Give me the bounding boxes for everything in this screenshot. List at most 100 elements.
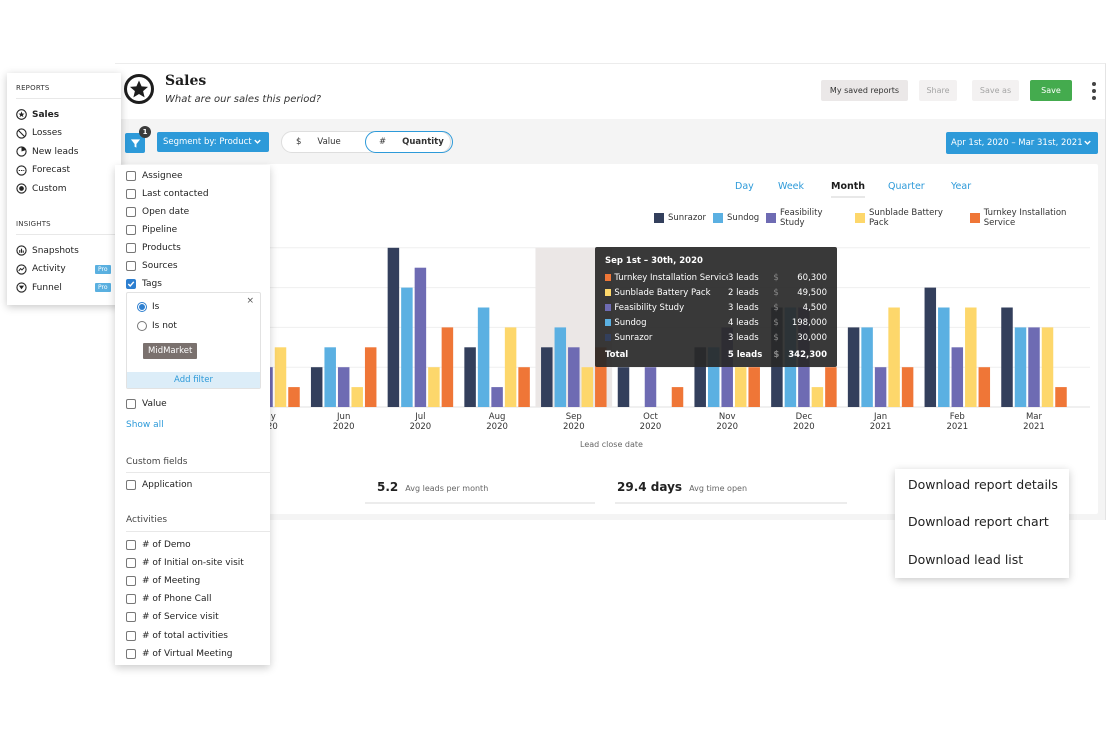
checkbox[interactable] bbox=[126, 594, 136, 605]
radio-is[interactable]: Is bbox=[137, 302, 159, 312]
bar-turnkey-installation-service-nov[interactable] bbox=[748, 367, 760, 407]
sidebar-item-sales[interactable]: Sales bbox=[16, 109, 116, 120]
bar-sunrazor-mar[interactable] bbox=[1001, 307, 1013, 408]
sidebar-item-snapshots[interactable]: Snapshots bbox=[16, 245, 116, 256]
checkbox[interactable] bbox=[126, 279, 136, 289]
sidebar-item-losses[interactable]: Losses bbox=[16, 127, 116, 139]
bar-feasibility-study-jul[interactable] bbox=[414, 267, 427, 407]
bar-feasibility-study-aug[interactable] bbox=[491, 387, 503, 407]
bar-feasibility-study-jun[interactable] bbox=[337, 367, 350, 407]
checkbox[interactable] bbox=[126, 261, 136, 271]
bar-sunrazor-aug[interactable] bbox=[464, 347, 476, 407]
bar-sunblade-battery-pack-mar[interactable] bbox=[1041, 327, 1054, 407]
bar-feasibility-study-sep[interactable] bbox=[568, 347, 580, 407]
filter-products[interactable]: Products bbox=[126, 243, 181, 253]
checkbox[interactable] bbox=[126, 207, 136, 217]
filter-activity[interactable]: # of Virtual Meeting bbox=[126, 648, 233, 659]
filter-last-contacted[interactable]: Last contacted bbox=[126, 189, 209, 199]
more-options-icon[interactable] bbox=[1091, 82, 1097, 100]
save-as-button[interactable]: Save as bbox=[972, 80, 1019, 101]
checkbox[interactable] bbox=[126, 225, 136, 235]
checkbox[interactable] bbox=[126, 630, 136, 641]
filter-open-date[interactable]: Open date bbox=[126, 207, 189, 217]
bar-sundog-sep[interactable] bbox=[554, 327, 567, 407]
bar-sunblade-battery-pack-nov[interactable] bbox=[734, 367, 747, 407]
add-filter-button[interactable]: Add filter bbox=[127, 372, 260, 388]
date-range-dropdown[interactable]: Apr 1st, 2020 – Mar 31st, 2021 bbox=[946, 132, 1098, 154]
bar-sunrazor-jul[interactable] bbox=[387, 247, 400, 407]
filter-custom-field[interactable]: Application bbox=[126, 480, 192, 490]
bar-turnkey-installation-service-jul[interactable] bbox=[441, 327, 454, 407]
bar-feasibility-study-feb[interactable] bbox=[951, 347, 964, 407]
bar-sundog-jul[interactable] bbox=[401, 287, 413, 407]
radio-is-not[interactable]: Is not bbox=[137, 321, 177, 331]
checkbox[interactable] bbox=[126, 648, 136, 659]
bar-sundog-feb[interactable] bbox=[938, 307, 950, 408]
filter-tags[interactable]: Tags bbox=[126, 279, 162, 289]
bar-turnkey-installation-service-dec[interactable] bbox=[825, 367, 837, 407]
bar-sunrazor-oct[interactable] bbox=[617, 367, 630, 407]
bar-turnkey-installation-service-feb[interactable] bbox=[978, 367, 991, 407]
filter-activity[interactable]: # of Meeting bbox=[126, 576, 200, 587]
bar-feasibility-study-mar[interactable] bbox=[1028, 327, 1040, 407]
close-icon[interactable]: × bbox=[246, 296, 254, 306]
bar-feasibility-study-oct[interactable] bbox=[644, 367, 657, 407]
bar-sunblade-battery-pack-jul[interactable] bbox=[428, 367, 440, 407]
bar-sunrazor-sep[interactable] bbox=[541, 347, 553, 407]
checkbox[interactable] bbox=[126, 189, 136, 199]
share-button[interactable]: Share bbox=[919, 80, 957, 101]
checkbox[interactable] bbox=[126, 576, 136, 587]
sidebar-item-new-leads[interactable]: New leads bbox=[16, 146, 116, 157]
tag-chip[interactable]: MidMarket bbox=[143, 343, 198, 359]
bar-turnkey-installation-service-jan[interactable] bbox=[901, 367, 914, 407]
my-saved-reports-button[interactable]: My saved reports bbox=[821, 80, 908, 101]
radio-button[interactable] bbox=[137, 302, 147, 312]
filter-activity[interactable]: # of Initial on-site visit bbox=[126, 558, 244, 569]
bar-sunblade-battery-pack-aug[interactable] bbox=[504, 327, 517, 407]
quantity-toggle-option[interactable]: # Quantity bbox=[365, 131, 453, 153]
checkbox[interactable] bbox=[126, 540, 136, 550]
bar-sundog-aug[interactable] bbox=[477, 307, 490, 408]
bar-sunblade-battery-pack-jun[interactable] bbox=[351, 387, 363, 407]
checkbox[interactable] bbox=[126, 243, 136, 253]
bar-turnkey-installation-service-mar[interactable] bbox=[1055, 387, 1067, 407]
bar-sunblade-battery-pack-dec[interactable] bbox=[811, 387, 824, 407]
checkbox[interactable] bbox=[126, 558, 136, 569]
filter-value[interactable]: Value bbox=[126, 399, 167, 409]
bar-turnkey-installation-service-oct[interactable] bbox=[671, 387, 684, 407]
value-toggle-option[interactable]: $ Value bbox=[282, 131, 366, 153]
checkbox[interactable] bbox=[126, 399, 136, 409]
bar-sunblade-battery-pack-feb[interactable] bbox=[965, 307, 977, 408]
filter-sources[interactable]: Sources bbox=[126, 261, 178, 271]
download-lead-list[interactable]: Download lead list bbox=[908, 552, 1023, 567]
bar-sunrazor-jan[interactable] bbox=[847, 327, 860, 407]
bar-sunrazor-jun[interactable] bbox=[310, 367, 323, 407]
radio-button[interactable] bbox=[137, 321, 147, 331]
bar-sundog-mar[interactable] bbox=[1014, 327, 1027, 407]
bar-turnkey-installation-service-jun[interactable] bbox=[364, 347, 377, 407]
sidebar-item-funnel[interactable]: Funnel Pro bbox=[16, 282, 116, 293]
save-button[interactable]: Save bbox=[1030, 80, 1072, 101]
bar-sunblade-battery-pack-jan[interactable] bbox=[888, 307, 900, 408]
bar-sunrazor-feb[interactable] bbox=[924, 287, 937, 407]
filter-activity[interactable]: # of Service visit bbox=[126, 612, 219, 623]
bar-sunblade-battery-pack-may[interactable] bbox=[274, 347, 287, 407]
download-report-chart[interactable]: Download report chart bbox=[908, 514, 1049, 529]
bar-feasibility-study-jan[interactable] bbox=[874, 367, 887, 407]
bar-turnkey-installation-service-aug[interactable] bbox=[518, 367, 530, 407]
checkbox[interactable] bbox=[126, 612, 136, 623]
bar-sunblade-battery-pack-sep[interactable] bbox=[581, 367, 594, 407]
checkbox[interactable] bbox=[126, 171, 136, 181]
sidebar-item-custom[interactable]: Custom bbox=[16, 183, 116, 194]
bar-sundog-jan[interactable] bbox=[861, 327, 873, 407]
sidebar-item-activity[interactable]: Activity Pro bbox=[16, 263, 116, 275]
filter-pipeline[interactable]: Pipeline bbox=[126, 225, 177, 235]
checkbox[interactable] bbox=[126, 480, 136, 490]
filter-activity[interactable]: # of total activities bbox=[126, 630, 228, 641]
download-report-details[interactable]: Download report details bbox=[908, 477, 1058, 492]
filter-assignee[interactable]: Assignee bbox=[126, 171, 183, 181]
filter-activity[interactable]: # of Phone Call bbox=[126, 594, 211, 605]
sidebar-item-forecast[interactable]: Forecast bbox=[16, 164, 116, 176]
filter-activity[interactable]: # of Demo bbox=[126, 540, 191, 550]
segment-by-dropdown[interactable]: Segment by: Product bbox=[157, 132, 269, 152]
